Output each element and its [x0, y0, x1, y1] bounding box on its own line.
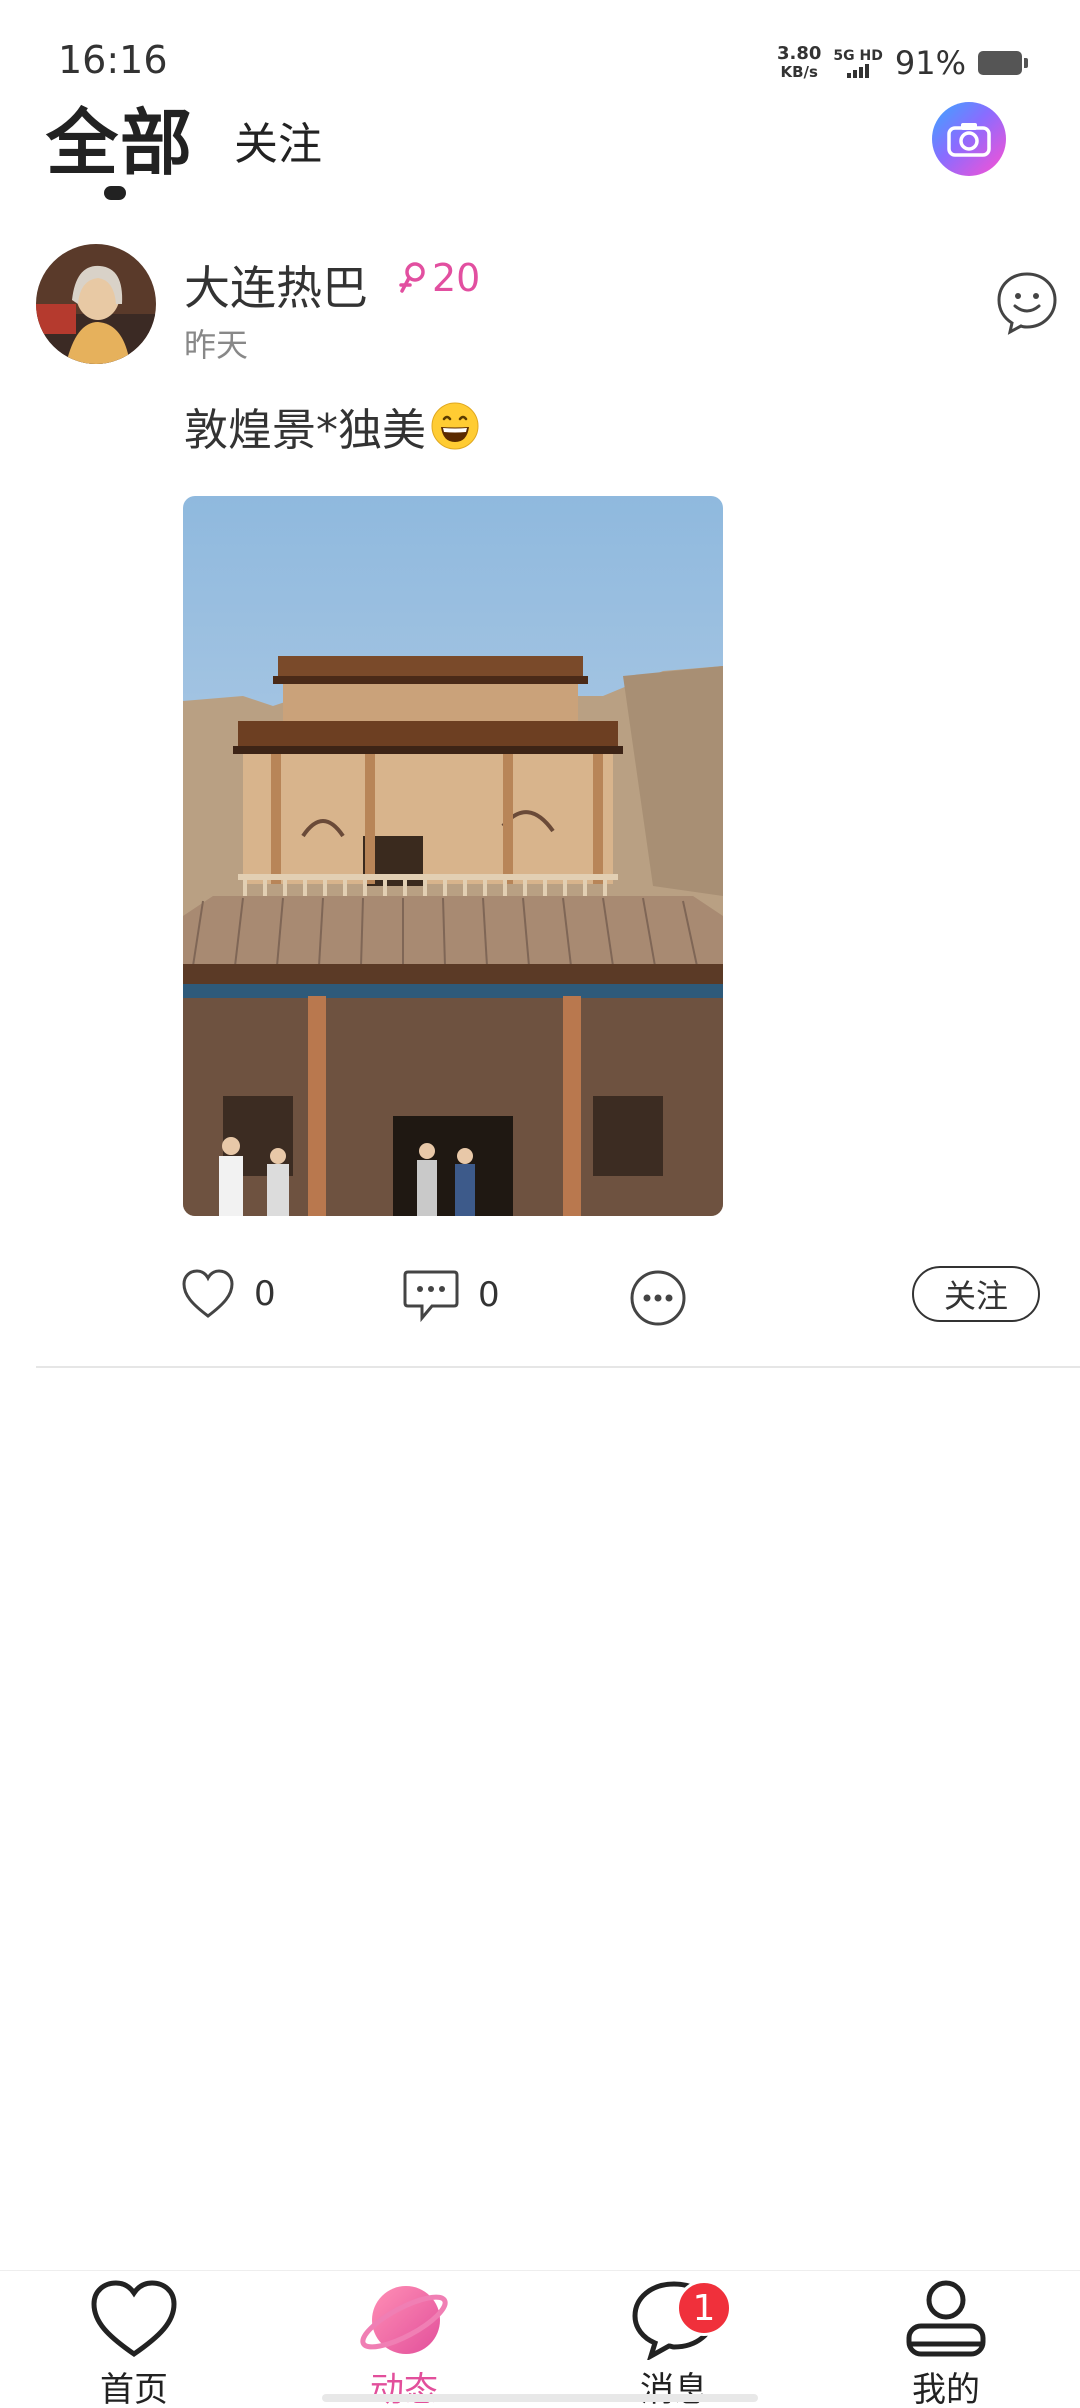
nav-profile-label: 我的: [912, 2370, 980, 2408]
post-divider: [36, 1366, 1080, 1368]
home-indicator[interactable]: [322, 2394, 758, 2402]
username[interactable]: 大连热巴: [184, 252, 368, 318]
nav-profile[interactable]: 我的: [876, 2278, 1016, 2408]
avatar[interactable]: [36, 244, 156, 364]
avatar-photo: [36, 244, 156, 364]
temple-photo: [183, 496, 723, 1216]
network-type-label: 5G HD: [833, 48, 883, 64]
comment-button[interactable]: 0: [402, 1268, 500, 1322]
post-text: 敦煌景*独美: [184, 394, 480, 458]
network-speed-value: 3.80: [777, 43, 822, 64]
nav-moments[interactable]: 动态: [334, 2278, 474, 2408]
comment-icon: [403, 1270, 459, 1322]
camera-icon: [947, 123, 991, 157]
like-button[interactable]: 0: [180, 1268, 276, 1320]
heart-icon: [182, 1269, 234, 1318]
signal-icon: [847, 64, 870, 78]
planet-icon: [360, 2286, 448, 2354]
status-bar-right: 3.80 KB/s 5G HD 91%: [777, 43, 1028, 82]
unread-badge: 1: [676, 2280, 732, 2336]
more-button[interactable]: [628, 1268, 688, 1332]
battery-percent: 91%: [894, 44, 966, 82]
post-time: 昨天: [184, 326, 249, 364]
network-speed: 3.80 KB/s: [777, 43, 822, 82]
tab-follow[interactable]: 关注: [234, 108, 322, 172]
nav-home-label: 首页: [100, 2370, 168, 2408]
user-icon: [906, 2280, 986, 2357]
bottom-nav-border: [0, 2270, 1080, 2271]
comment-count: 0: [478, 1275, 500, 1315]
follow-button[interactable]: 关注: [912, 1266, 1040, 1322]
level-badge: 20: [398, 256, 480, 300]
network-type: 5G HD: [833, 48, 883, 78]
more-icon: [630, 1270, 686, 1326]
feed-page: 16:16 3.80 KB/s 5G HD 91% 全部 关注 大连热巴 20 …: [0, 0, 1080, 2408]
post-text-content: 敦煌景*独美: [184, 405, 426, 456]
heart-icon: [91, 2280, 177, 2358]
camera-button[interactable]: [932, 102, 1006, 176]
post-image[interactable]: [183, 496, 723, 1216]
like-count: 0: [254, 1274, 276, 1314]
grinning-face-icon: [431, 402, 479, 450]
network-speed-unit: KB/s: [780, 63, 818, 81]
smile-chat-icon[interactable]: [994, 270, 1060, 336]
battery-icon: [978, 51, 1028, 75]
female-icon: [399, 262, 425, 293]
level-value: 20: [432, 256, 481, 300]
tab-all[interactable]: 全部: [46, 84, 194, 189]
nav-home[interactable]: 首页: [64, 2278, 204, 2408]
tab-active-indicator: [104, 186, 126, 200]
status-time: 16:16: [58, 38, 168, 82]
